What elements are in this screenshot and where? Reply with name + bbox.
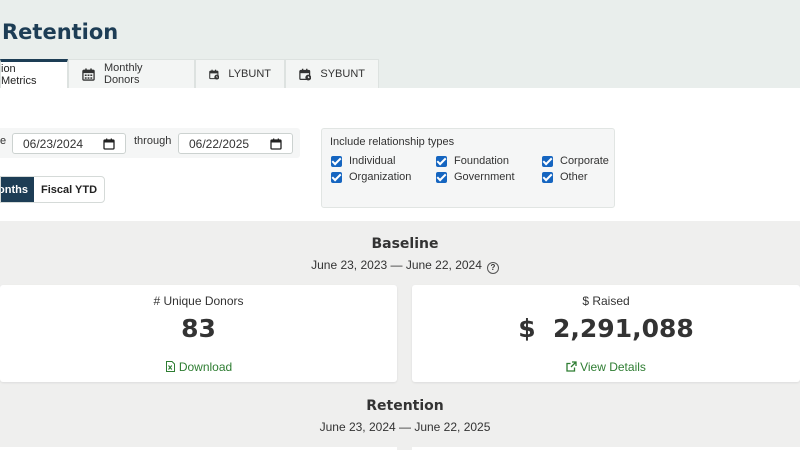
- relationship-types-title: Include relationship types: [330, 136, 455, 148]
- checkbox-checked-icon[interactable]: [331, 171, 342, 183]
- period-button-fiscal-ytd[interactable]: Fiscal YTD: [34, 177, 104, 202]
- start-date-input[interactable]: 06/23/2024: [12, 133, 126, 154]
- tab-label: Monthly Donors: [104, 62, 143, 86]
- checkbox-label: Individual: [349, 155, 396, 167]
- checkbox-label: Organization: [349, 171, 412, 183]
- checkbox-label: Corporate: [560, 155, 609, 167]
- checkbox-checked-icon[interactable]: [331, 155, 342, 167]
- checkbox-corporate[interactable]: Corporate: [542, 155, 609, 167]
- raised-label: $ Raised: [582, 294, 630, 308]
- page-title: Retention: [2, 20, 119, 44]
- unique-donors-value: 83: [181, 314, 216, 343]
- external-link-icon: [566, 361, 577, 372]
- start-date-value: 06/23/2024: [23, 136, 84, 151]
- baseline-date-range: June 23, 2023 — June 22, 2024: [311, 258, 482, 272]
- unique-donors-card: # Unique Donors 83 Download: [0, 285, 397, 382]
- question-circle-icon[interactable]: ?: [486, 262, 499, 274]
- tab-retention-metrics[interactable]: ion Metrics: [0, 59, 68, 88]
- relationship-types-panel: Include relationship types Individual Fo…: [321, 128, 615, 208]
- end-date-input[interactable]: 06/22/2025: [178, 133, 293, 154]
- download-link[interactable]: Download: [0, 360, 397, 374]
- report-tabs: ion Metrics Monthly Donors LYBUNT SYBUNT: [0, 59, 379, 88]
- checkbox-checked-icon[interactable]: [436, 155, 447, 167]
- tab-sybunt[interactable]: SYBUNT: [285, 59, 379, 88]
- period-button-group: onths Fiscal YTD: [0, 176, 106, 203]
- calendar-icon[interactable]: [103, 138, 115, 150]
- checkbox-organization[interactable]: Organization: [331, 171, 411, 183]
- checkbox-checked-icon[interactable]: [436, 171, 447, 183]
- tab-label: SYBUNT: [320, 68, 365, 80]
- checkbox-checked-icon[interactable]: [542, 171, 553, 183]
- raised-value: $ 2,291,088: [518, 314, 694, 343]
- end-date-value: 06/22/2025: [189, 136, 250, 151]
- excel-file-icon: [165, 361, 175, 372]
- calendar-clock-icon: [299, 68, 312, 81]
- calendar-icon[interactable]: [270, 138, 282, 150]
- checkbox-label: Other: [560, 171, 588, 183]
- retention-section: Retention June 23, 2024 — June 22, 2025: [0, 387, 800, 450]
- checkbox-label: Foundation: [454, 155, 510, 167]
- checkbox-checked-icon[interactable]: [542, 155, 553, 167]
- tab-label: LYBUNT: [228, 68, 271, 80]
- checkbox-other[interactable]: Other: [542, 171, 588, 183]
- checkbox-individual[interactable]: Individual: [331, 155, 395, 167]
- tab-label: ion Metrics: [1, 63, 37, 87]
- since-label: e: [0, 135, 7, 147]
- retention-dates: June 23, 2024 — June 22, 2025: [319, 420, 491, 434]
- download-link-label: Download: [178, 360, 233, 374]
- retention-title: Retention: [366, 398, 444, 414]
- tab-lybunt[interactable]: LYBUNT: [195, 59, 285, 88]
- baseline-dates: June 23, 2023 — June 22, 2024?: [0, 258, 800, 274]
- unique-donors-label: # Unique Donors: [153, 294, 244, 308]
- checkbox-government[interactable]: Government: [436, 171, 515, 183]
- tab-monthly-donors[interactable]: Monthly Donors: [68, 59, 195, 88]
- baseline-title: Baseline: [371, 236, 439, 252]
- checkbox-foundation[interactable]: Foundation: [436, 155, 509, 167]
- through-label: through: [134, 135, 172, 147]
- view-details-label: View Details: [580, 360, 646, 374]
- calendar-clock-icon: [209, 69, 220, 80]
- calendar-grid-icon: [82, 67, 95, 81]
- checkbox-label: Government: [454, 171, 515, 183]
- view-details-link[interactable]: View Details: [412, 360, 800, 374]
- raised-card: $ Raised $ 2,291,088 View Details: [412, 285, 800, 382]
- period-button-months[interactable]: onths: [1, 177, 34, 202]
